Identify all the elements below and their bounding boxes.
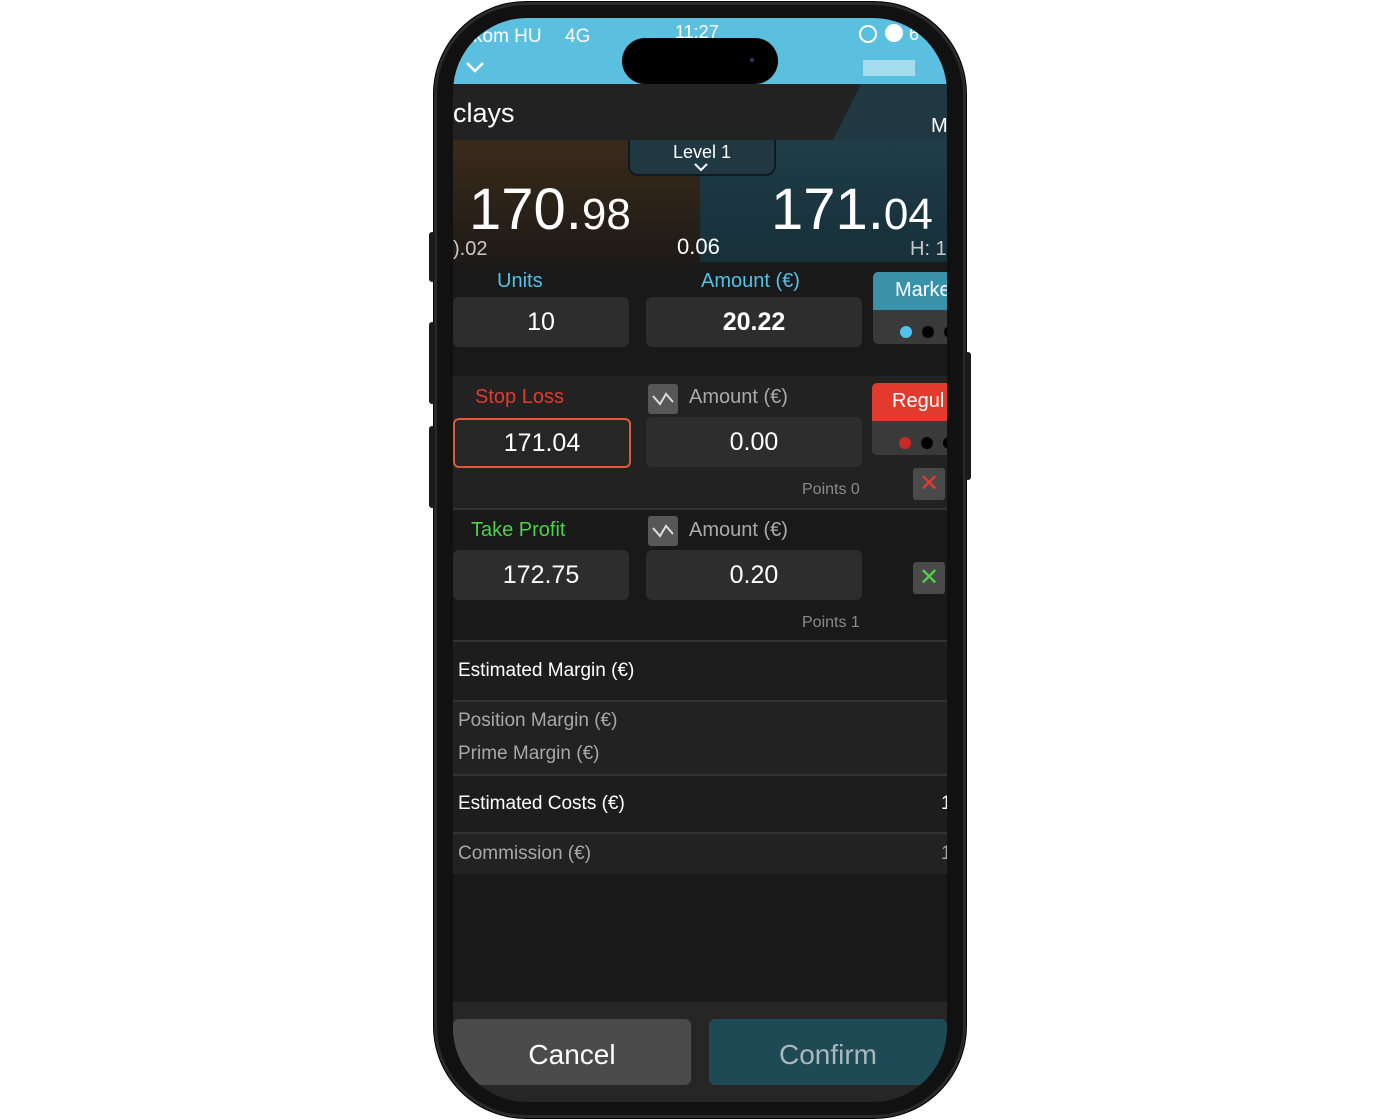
ask-price: 171.04 (771, 177, 933, 242)
stop-type-dots[interactable] (872, 421, 947, 455)
amount-input[interactable]: 20.22 (646, 297, 862, 347)
stop-loss-amount-label: Amount (€) (689, 386, 788, 408)
chevron-down-icon[interactable] (465, 60, 485, 74)
rotation-lock-icon (859, 25, 877, 43)
distance-toggle-icon[interactable] (648, 384, 678, 414)
amount-label: Amount (€) (701, 270, 800, 292)
stop-loss-price-input[interactable]: 171.04 (453, 418, 631, 468)
dot (921, 437, 933, 449)
power-button (965, 352, 971, 480)
bid-price: 170.98 (469, 177, 631, 242)
level-selector[interactable]: Level 1 (628, 140, 776, 176)
dot (922, 326, 934, 338)
level-label: Level 1 (672, 142, 732, 162)
app-screen: kom HU 4G 11:27 6 clays M Level 1 170.98… (453, 18, 947, 1102)
dot-active (900, 326, 912, 338)
stop-type-regular-button[interactable]: Regul (872, 383, 947, 421)
blurred-indicator (863, 60, 915, 76)
units-input[interactable]: 10 (453, 297, 629, 347)
dot-active (899, 437, 911, 449)
chevron-down-icon (694, 163, 708, 172)
take-profit-label: Take Profit (471, 519, 566, 541)
dot (943, 437, 947, 449)
order-type-dots[interactable] (873, 310, 947, 344)
stop-loss-points: Points 0 (802, 481, 860, 498)
spread-value: 0.06 (677, 234, 720, 259)
dynamic-island (622, 38, 778, 84)
volume-down-button (429, 426, 435, 508)
instrument-title: clays (453, 98, 515, 128)
confirm-button[interactable]: Confirm (709, 1019, 947, 1085)
side-button (429, 232, 435, 282)
remove-take-profit-button[interactable]: ✕ (913, 562, 945, 594)
carrier-label: kom HU (473, 26, 542, 47)
stop-loss-amount-input[interactable]: 0.00 (646, 417, 862, 467)
prime-margin-label: Prime Margin (€) (458, 743, 600, 764)
estimated-costs-value: 1 (941, 793, 947, 814)
estimated-margin-label: Estimated Margin (€) (458, 660, 635, 681)
commission-label: Commission (€) (458, 843, 592, 864)
take-profit-price-input[interactable]: 172.75 (453, 550, 629, 600)
commission-value: 1 (941, 843, 947, 864)
header-right-label: M (931, 115, 947, 137)
position-margin-label: Position Margin (€) (458, 710, 618, 731)
stop-loss-label: Stop Loss (475, 386, 564, 408)
cancel-button[interactable]: Cancel (453, 1019, 691, 1085)
bid-change: ).02 (453, 238, 488, 260)
volume-up-button (429, 322, 435, 404)
order-type-market-button[interactable]: Marke (873, 272, 947, 310)
divider (453, 508, 947, 510)
take-profit-points: Points 1 (802, 614, 860, 631)
take-profit-amount-label: Amount (€) (689, 519, 788, 541)
alarm-icon (885, 24, 903, 42)
remove-stop-loss-button[interactable]: ✕ (913, 468, 945, 500)
battery-level: 6 (909, 24, 920, 44)
estimated-costs-label: Estimated Costs (€) (458, 793, 625, 814)
network-label: 4G (565, 26, 591, 47)
dot (944, 326, 947, 338)
take-profit-amount-input[interactable]: 0.20 (646, 550, 862, 600)
high-label: H: 1 (910, 238, 947, 260)
units-label: Units (497, 270, 543, 292)
distance-toggle-icon[interactable] (648, 516, 678, 546)
